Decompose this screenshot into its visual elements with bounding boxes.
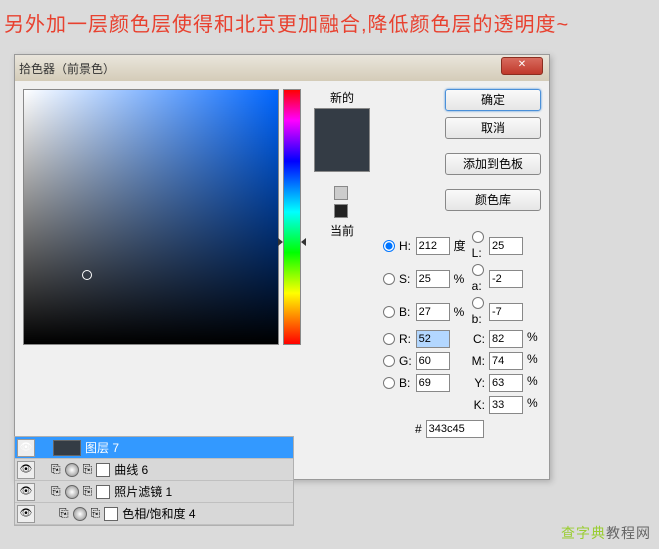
input-bb[interactable] [489, 303, 523, 321]
new-label: 新的 [309, 89, 375, 106]
input-c[interactable] [489, 330, 523, 348]
input-b[interactable] [416, 303, 450, 321]
unit-k: % [527, 396, 541, 414]
input-bv[interactable] [416, 374, 450, 392]
visibility-icon[interactable]: 👁 [17, 483, 35, 501]
input-y[interactable] [489, 374, 523, 392]
input-r[interactable] [416, 330, 450, 348]
mask-thumb[interactable] [96, 463, 110, 477]
color-values-grid: H:度 L: S:% a: B:% b: R: C:% G: M:% B: Y:… [383, 231, 541, 414]
link-icon[interactable]: ⎘ [83, 462, 93, 477]
label-m: M: [472, 354, 485, 368]
radio-l[interactable] [472, 231, 484, 243]
color-swatch[interactable] [314, 108, 370, 172]
hue-pointer-left [278, 238, 283, 246]
input-hex[interactable] [426, 420, 484, 438]
layer-name: 图层 7 [85, 439, 119, 456]
layer-name: 曲线 6 [114, 461, 148, 478]
input-a[interactable] [489, 270, 523, 288]
unit-h: 度 [454, 237, 468, 254]
radio-g[interactable] [383, 355, 395, 367]
visibility-icon[interactable]: 👁 [17, 461, 35, 479]
link-icon[interactable]: ⎘ [59, 506, 69, 521]
hex-label: # [415, 422, 422, 436]
cancel-button[interactable]: 取消 [445, 117, 541, 139]
label-s: S: [399, 272, 412, 286]
label-y: Y: [472, 376, 485, 390]
layer-row-selected[interactable]: 👁 图层 7 [15, 437, 293, 459]
unit-c: % [527, 330, 541, 348]
current-label: 当前 [309, 222, 375, 239]
input-m[interactable] [489, 352, 523, 370]
color-libraries-button[interactable]: 颜色库 [445, 189, 541, 211]
label-c: C: [472, 332, 485, 346]
ok-button[interactable]: 确定 [445, 89, 541, 111]
input-l[interactable] [489, 237, 523, 255]
mask-thumb[interactable] [96, 485, 110, 499]
label-b: B: [399, 305, 412, 319]
add-swatch-button[interactable]: 添加到色板 [445, 153, 541, 175]
hue-slider[interactable] [283, 89, 301, 345]
current-color-swatch [315, 140, 369, 171]
cube-icon[interactable] [334, 186, 348, 200]
label-r: R: [399, 332, 412, 346]
adjustment-icon[interactable] [73, 507, 87, 521]
radio-a[interactable] [472, 264, 484, 276]
layer-thumb[interactable] [53, 440, 81, 456]
link-icon[interactable]: ⎘ [83, 484, 93, 499]
radio-bv[interactable] [383, 377, 395, 389]
radio-r[interactable] [383, 333, 395, 345]
unit-m: % [527, 352, 541, 370]
watermark: 查字典教程网 [561, 523, 651, 543]
link-icon[interactable]: ⎘ [91, 506, 101, 521]
unit-s: % [454, 272, 468, 286]
layer-name: 照片滤镜 1 [114, 483, 172, 500]
adjustment-icon[interactable] [65, 485, 79, 499]
input-g[interactable] [416, 352, 450, 370]
radio-s[interactable] [383, 273, 395, 285]
label-bv: B: [399, 376, 412, 390]
unit-y: % [527, 374, 541, 392]
dialog-title: 拾色器（前景色） [19, 60, 115, 77]
visibility-icon[interactable]: 👁 [17, 505, 35, 523]
color-picker-dialog: 拾色器（前景色） ✕ 新的 [14, 54, 550, 480]
radio-bb[interactable] [472, 297, 484, 309]
label-g: G: [399, 354, 412, 368]
layer-row[interactable]: 👁 ⎘ ⎘ 照片滤镜 1 [15, 481, 293, 503]
adjustment-icon[interactable] [65, 463, 79, 477]
input-k[interactable] [489, 396, 523, 414]
mask-thumb[interactable] [104, 507, 118, 521]
layers-panel: 👁 图层 7 👁 ⎘ ⎘ 曲线 6 👁 ⎘ ⎘ 照片滤镜 1 👁 ⎘ ⎘ 色相/… [14, 436, 294, 526]
label-h: H: [399, 239, 412, 253]
link-icon[interactable]: ⎘ [51, 462, 61, 477]
radio-h[interactable] [383, 240, 395, 252]
close-button[interactable]: ✕ [501, 57, 543, 75]
hue-pointer-right [301, 238, 306, 246]
new-color-swatch [315, 109, 369, 140]
radio-b[interactable] [383, 306, 395, 318]
input-h[interactable] [416, 237, 450, 255]
nearest-web-swatch[interactable] [334, 204, 348, 218]
unit-b: % [454, 305, 468, 319]
visibility-icon[interactable]: 👁 [17, 439, 35, 457]
label-k: K: [472, 398, 485, 412]
link-icon[interactable]: ⎘ [51, 484, 61, 499]
color-marker[interactable] [82, 270, 92, 280]
layer-name: 色相/饱和度 4 [122, 505, 195, 522]
layer-row[interactable]: 👁 ⎘ ⎘ 色相/饱和度 4 [15, 503, 293, 525]
input-s[interactable] [416, 270, 450, 288]
annotation-text: 另外加一层颜色层使得和北京更加融合,降低颜色层的透明度~ [0, 0, 659, 43]
dialog-titlebar[interactable]: 拾色器（前景色） ✕ [15, 55, 549, 81]
layer-row[interactable]: 👁 ⎘ ⎘ 曲线 6 [15, 459, 293, 481]
color-field[interactable] [23, 89, 279, 345]
